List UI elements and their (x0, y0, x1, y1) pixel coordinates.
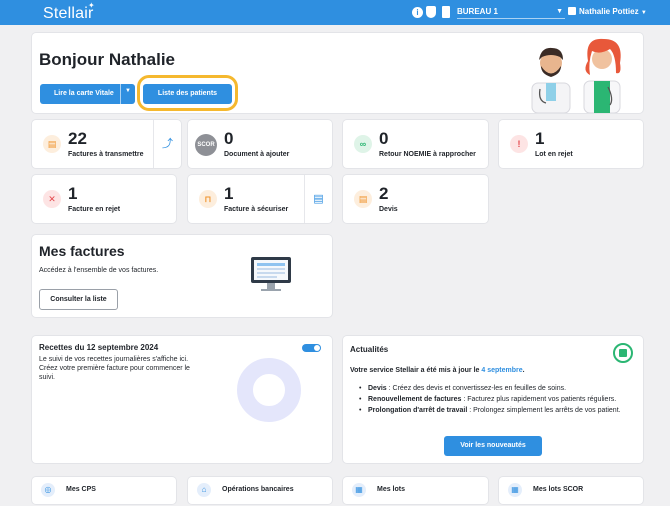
stat-value: 1 (68, 184, 78, 203)
tile-label: Mes CPS (66, 486, 96, 493)
stat-card-devis[interactable]: ▤ 2 Devis (343, 175, 488, 223)
donut-placeholder (237, 358, 301, 422)
scor-lots-icon: ▦ (508, 483, 522, 497)
alert-icon: ! (510, 135, 528, 153)
stat-card-retour-noemie[interactable]: ∞ 0 Retour NOEMIE à rapprocher (343, 120, 488, 168)
recettes-title: Recettes du 12 septembre 2024 (39, 343, 159, 352)
stat-label: Factures à transmettre (68, 151, 144, 158)
consult-list-button[interactable]: Consulter la liste (39, 289, 118, 310)
stat-label: Facture à sécuriser (224, 206, 289, 213)
greeting-title: Bonjour Nathalie (39, 50, 176, 69)
see-news-label: Voir les nouveautés (460, 442, 526, 449)
card-reader-icon[interactable] (442, 6, 450, 18)
tile-label: Opérations bancaires (222, 486, 294, 493)
stat-value: 0 (224, 129, 234, 148)
chevron-down-icon: ▼ (556, 8, 563, 15)
app-logo[interactable]: Stellair (43, 5, 94, 23)
stat-label: Lot en rejet (535, 151, 573, 158)
bank-icon: ⌂ (197, 483, 211, 497)
logo-spark-icon: ✦ (88, 1, 95, 10)
news-item-text: : Facturez plus rapidement vos patients … (461, 396, 617, 403)
intro-text: Votre service Stellair a été mis à jour … (350, 367, 482, 374)
see-news-button[interactable]: Voir les nouveautés (444, 436, 542, 456)
patients-list-label: Liste des patients (157, 90, 218, 97)
send-icon[interactable]: ⤴ (153, 120, 181, 168)
tile-mes-lots[interactable]: ▦ Mes lots (343, 477, 488, 504)
user-name: Nathalie Pottiez (579, 7, 639, 16)
secure-document-icon[interactable]: ▤ (304, 175, 332, 223)
stat-value: 1 (535, 129, 545, 148)
scor-icon: SCOR (195, 134, 217, 156)
news-item-text: : Prolongez simplement les arrêts de vos… (467, 407, 621, 414)
news-refresh-icon (613, 343, 633, 363)
top-bar: Stellair ✦ i BUREAU 1 ▼ Nathalie Pottiez… (0, 0, 670, 25)
recettes-desc: Le suivi de vos recettes journalières s'… (39, 356, 190, 381)
actualites-title: Actualités (350, 345, 389, 354)
lock-icon: ⊓ (199, 190, 217, 208)
factures-title: Mes factures (39, 243, 125, 259)
document-icon: ▤ (354, 190, 372, 208)
tile-label: Mes lots (377, 486, 406, 493)
stat-card-lot-rejet[interactable]: ! 1 Lot en rejet (499, 120, 643, 168)
doctors-illustration (531, 38, 621, 113)
intro-date: 4 septembre (481, 367, 523, 374)
read-vitale-label: Lire la carte Vitale (54, 90, 114, 97)
actualites-intro: Votre service Stellair a été mis à jour … (350, 367, 525, 374)
stat-label: Retour NOEMIE à rapprocher (379, 151, 476, 158)
patients-list-button[interactable]: Liste des patients (143, 84, 232, 104)
chevron-down-icon: ▼ (640, 10, 647, 16)
tile-operations-bancaires[interactable]: ⌂ Opérations bancaires (188, 477, 332, 504)
stat-label: Facture en rejet (68, 206, 121, 213)
bureau-value: BUREAU 1 (457, 7, 498, 16)
stat-card-factures-transmettre[interactable]: ▤ 22 Factures à transmettre ⤴ (32, 120, 181, 168)
lots-icon: ▦ (352, 483, 366, 497)
stat-label: Document à ajouter (224, 151, 290, 158)
cps-card-icon: ◎ (41, 483, 55, 497)
factures-desc: Accédez à l'ensemble de vos factures. (39, 267, 159, 274)
list-item: Devis : Créez des devis et convertissez-… (357, 384, 647, 394)
chevron-down-icon[interactable]: ▼ (125, 88, 131, 94)
list-item: Renouvellement de factures : Facturez pl… (357, 395, 647, 405)
news-item-label: Devis (368, 385, 387, 392)
info-icon[interactable]: i (412, 7, 423, 18)
stat-card-facture-securiser[interactable]: ⊓ 1 Facture à sécuriser ▤ (188, 175, 332, 223)
link-icon: ∞ (354, 135, 372, 153)
intro-end: . (522, 367, 525, 374)
consult-list-label: Consulter la liste (50, 296, 107, 303)
stat-value: 0 (379, 129, 389, 148)
news-item-label: Renouvellement de factures (368, 396, 462, 403)
news-list: Devis : Créez des devis et convertissez-… (357, 384, 647, 417)
stat-value: 1 (224, 184, 234, 203)
tile-mes-cps[interactable]: ◎ Mes CPS (32, 477, 176, 504)
computer-illustration (251, 257, 291, 291)
stat-card-document-ajouter[interactable]: SCOR 0 Document à ajouter (188, 120, 332, 168)
stat-value: 22 (68, 129, 87, 148)
stat-value: 2 (379, 184, 389, 203)
tile-label: Mes lots SCOR (533, 486, 584, 493)
user-menu[interactable]: Nathalie Pottiez ▼ (568, 6, 647, 19)
stat-card-facture-rejet[interactable]: ✕ 1 Facture en rejet (32, 175, 176, 223)
news-item-text: : Créez des devis et convertissez-les en… (386, 385, 567, 392)
stat-label: Devis (379, 206, 398, 213)
news-item-label: Prolongation d'arrêt de travail (368, 407, 468, 414)
shield-icon[interactable] (426, 6, 436, 18)
recettes-toggle[interactable] (302, 344, 321, 352)
document-icon: ▤ (43, 135, 61, 153)
close-icon: ✕ (43, 190, 61, 208)
button-split (120, 84, 121, 104)
list-item: Prolongation d'arrêt de travail : Prolon… (357, 406, 647, 416)
bureau-select[interactable]: BUREAU 1 ▼ (457, 5, 565, 19)
user-icon (568, 7, 576, 15)
tile-mes-lots-scor[interactable]: ▦ Mes lots SCOR (499, 477, 643, 504)
